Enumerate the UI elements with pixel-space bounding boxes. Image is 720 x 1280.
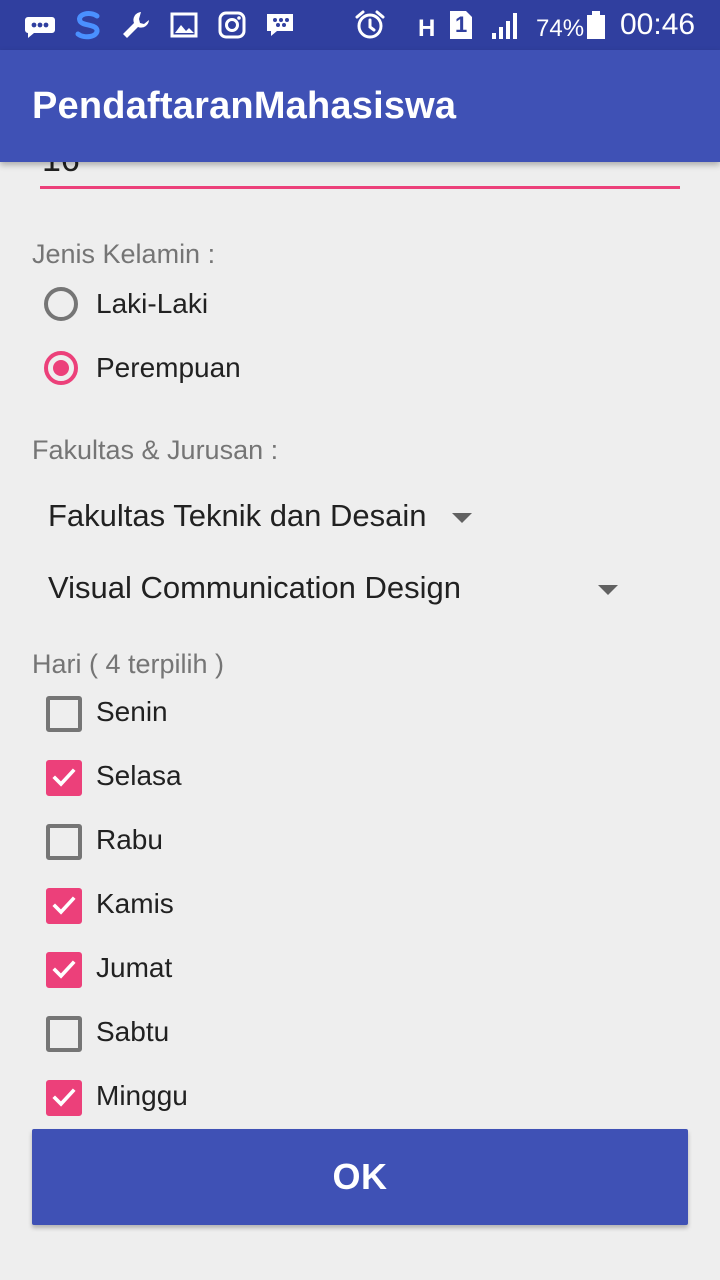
checkbox-checked-icon[interactable] [46, 952, 82, 988]
checkbox-label: Senin [96, 696, 168, 727]
sim-slot-number: 1 [455, 12, 468, 37]
battery-percent: 74% [536, 15, 585, 42]
battery-icon [584, 9, 608, 41]
network-type-indicator: H [418, 15, 436, 42]
faculty-selected-value: Fakultas Teknik dan Desain [48, 498, 427, 533]
instagram-icon [216, 9, 248, 41]
checkbox-jumat[interactable]: Jumat [40, 946, 440, 998]
checkbox-label: Minggu [96, 1080, 188, 1111]
image-icon [168, 9, 200, 41]
major-spinner[interactable]: Visual Communication Design [48, 565, 648, 615]
checkbox-icon[interactable] [46, 824, 82, 860]
bbm-icon [24, 9, 56, 41]
radio-button-icon[interactable] [44, 287, 78, 321]
checkbox-checked-icon[interactable] [46, 1080, 82, 1116]
checkbox-label: Jumat [96, 952, 173, 983]
faculty-spinner[interactable]: Fakultas Teknik dan Desain [48, 493, 488, 543]
radio-label: Perempuan [96, 352, 241, 383]
checkbox-senin[interactable]: Senin [40, 690, 440, 742]
ok-button[interactable]: OK [32, 1129, 688, 1225]
checkbox-label: Kamis [96, 888, 174, 919]
sim-1-icon: 1 [446, 9, 476, 41]
ok-button-label: OK [332, 1156, 388, 1197]
dropdown-arrow-icon [598, 585, 618, 595]
dropdown-arrow-icon [452, 513, 472, 523]
faculty-major-label: Fakultas & Jurusan : [32, 435, 279, 465]
checkbox-sabtu[interactable]: Sabtu [40, 1010, 440, 1062]
blackberry-messenger-icon [264, 9, 296, 41]
radio-label: Laki-Laki [96, 288, 209, 319]
days-label: Hari ( 4 terpilih ) [32, 649, 225, 679]
checkbox-icon[interactable] [46, 1016, 82, 1052]
gender-label: Jenis Kelamin : [32, 239, 216, 269]
checkbox-kamis[interactable]: Kamis [40, 882, 440, 934]
signal-icon [490, 9, 522, 41]
checkbox-rabu[interactable]: Rabu [40, 818, 440, 870]
radio-selected-dot [53, 360, 69, 376]
major-selected-value: Visual Communication Design [48, 570, 461, 605]
age-input-underline [40, 186, 680, 189]
age-input-value[interactable]: 16 [42, 162, 80, 180]
app-bar: PendaftaranMahasiswa [0, 50, 720, 162]
s-icon [72, 9, 104, 41]
clock: 00:46 [620, 8, 696, 41]
checkbox-label: Selasa [96, 760, 182, 791]
form-scroll-area[interactable]: 16 Jenis Kelamin : Laki-Laki Perempuan F… [0, 162, 720, 1280]
checkbox-checked-icon[interactable] [46, 888, 82, 924]
radio-perempuan[interactable]: Perempuan [40, 346, 440, 398]
checkbox-checked-icon[interactable] [46, 760, 82, 796]
checkbox-label: Sabtu [96, 1016, 170, 1047]
radio-laki-laki[interactable]: Laki-Laki [40, 282, 440, 334]
alarm-icon [354, 9, 386, 41]
checkbox-minggu[interactable]: Minggu [40, 1074, 440, 1126]
checkbox-selasa[interactable]: Selasa [40, 754, 440, 806]
status-bar: H 1 74% 00:46 [0, 0, 720, 50]
wrench-icon [120, 9, 152, 41]
checkbox-label: Rabu [96, 824, 163, 855]
app-title: PendaftaranMahasiswa [32, 85, 457, 127]
checkbox-icon[interactable] [46, 696, 82, 732]
